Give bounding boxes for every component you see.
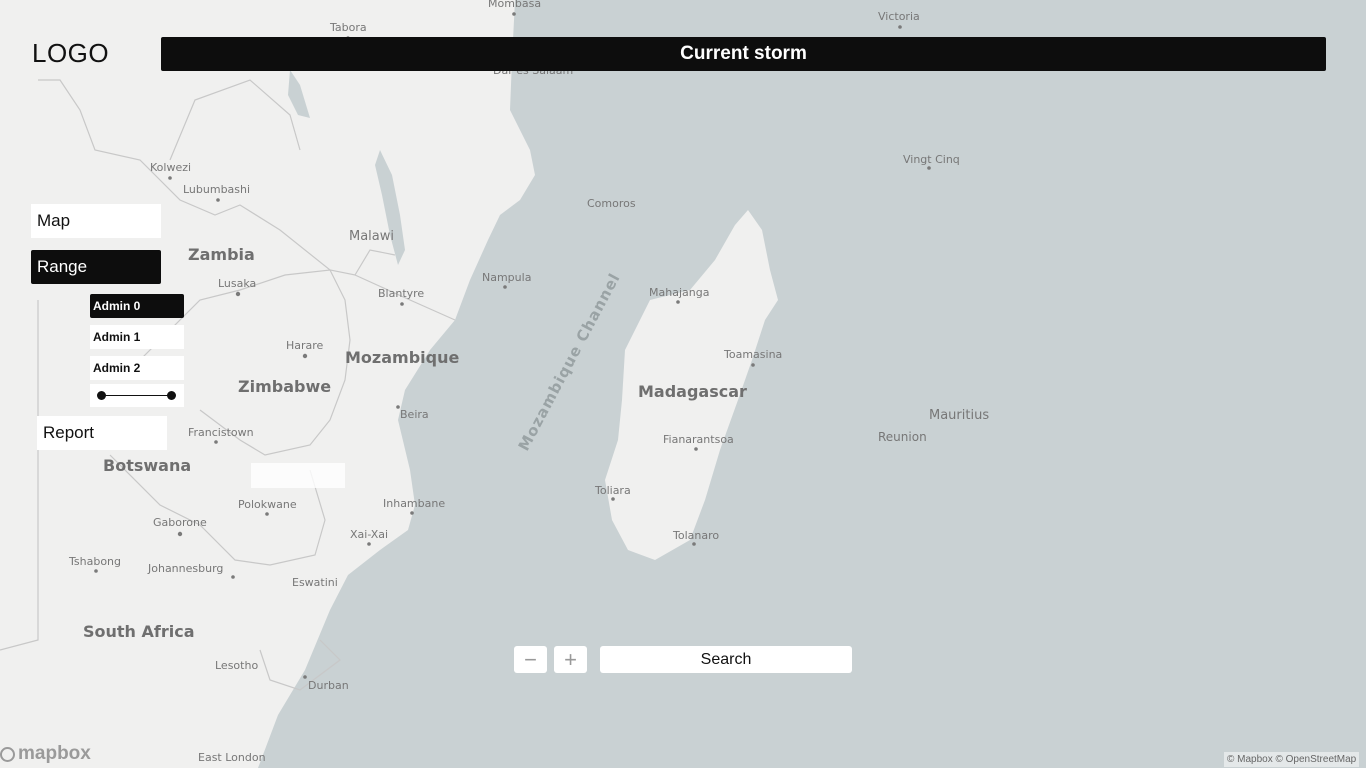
map-city: Durban <box>308 679 349 692</box>
map-city: Blantyre <box>378 287 424 300</box>
map-city: Johannesburg <box>147 562 223 575</box>
map-city: Kolwezi <box>150 161 191 174</box>
map-label-madagascar: Madagascar <box>638 382 747 401</box>
map-city: Nampula <box>482 271 531 284</box>
map-city: Tshabong <box>68 555 121 568</box>
map-label-botswana: Botswana <box>103 456 191 475</box>
map-city: East London <box>198 751 266 764</box>
map-city: Inhambane <box>383 497 445 510</box>
map-city: Harare <box>286 339 324 352</box>
map-attribution[interactable]: © Mapbox © OpenStreetMap <box>1224 752 1360 767</box>
map-city: Reunion <box>878 430 927 444</box>
search-button[interactable]: Search <box>600 646 852 673</box>
map-label-zimbabwe: Zimbabwe <box>238 377 331 396</box>
range-button[interactable]: Range <box>31 250 161 284</box>
map-label-zambia: Zambia <box>188 245 255 264</box>
map-city: Lesotho <box>215 659 258 672</box>
map-button[interactable]: Map <box>31 204 161 238</box>
map-city: Mauritius <box>929 408 989 423</box>
map-city: Comoros <box>587 197 636 210</box>
range-slider[interactable] <box>90 384 184 407</box>
map-city: Polokwane <box>238 498 297 511</box>
report-button[interactable]: Report <box>37 416 167 450</box>
map-city: Fianarantsoa <box>663 433 734 446</box>
map-city: Gaborone <box>153 516 207 529</box>
zoom-in-button[interactable]: + <box>554 646 587 673</box>
map-label-malawi: Malawi <box>349 229 394 244</box>
empty-panel <box>251 463 345 488</box>
page-title: Current storm <box>161 37 1326 71</box>
map-city: Mahajanga <box>649 286 709 299</box>
admin-0-button[interactable]: Admin 0 <box>90 294 184 318</box>
map-label-south-africa: South Africa <box>83 622 195 641</box>
map-city: Toliara <box>594 484 631 497</box>
map-city: Tolanaro <box>672 529 719 542</box>
map-city: Mombasa <box>488 0 541 10</box>
admin-2-button[interactable]: Admin 2 <box>90 356 184 380</box>
slider-handle-min[interactable] <box>97 391 106 400</box>
map-city: Francistown <box>188 426 254 439</box>
map-city: Vingt Cinq <box>903 153 960 166</box>
admin-1-button[interactable]: Admin 1 <box>90 325 184 349</box>
mapbox-logo-icon <box>0 746 15 762</box>
map-city: Eswatini <box>292 576 338 589</box>
mapbox-logo[interactable]: mapbox <box>0 743 91 765</box>
mapbox-logo-text: mapbox <box>18 743 91 764</box>
map-city: Toamasina <box>723 348 782 361</box>
zoom-out-button[interactable]: − <box>514 646 547 673</box>
map-city: Xai-Xai <box>350 528 388 541</box>
app-logo: LOGO <box>32 38 110 68</box>
map-city: Tabora <box>329 21 367 34</box>
map-city: Beira <box>400 408 429 421</box>
map-label-mozambique: Mozambique <box>345 348 459 367</box>
map-city: Victoria <box>878 10 920 23</box>
slider-track <box>102 395 172 396</box>
map-city: Lubumbashi <box>183 183 250 196</box>
map-city: Lusaka <box>218 277 256 290</box>
slider-handle-max[interactable] <box>167 391 176 400</box>
